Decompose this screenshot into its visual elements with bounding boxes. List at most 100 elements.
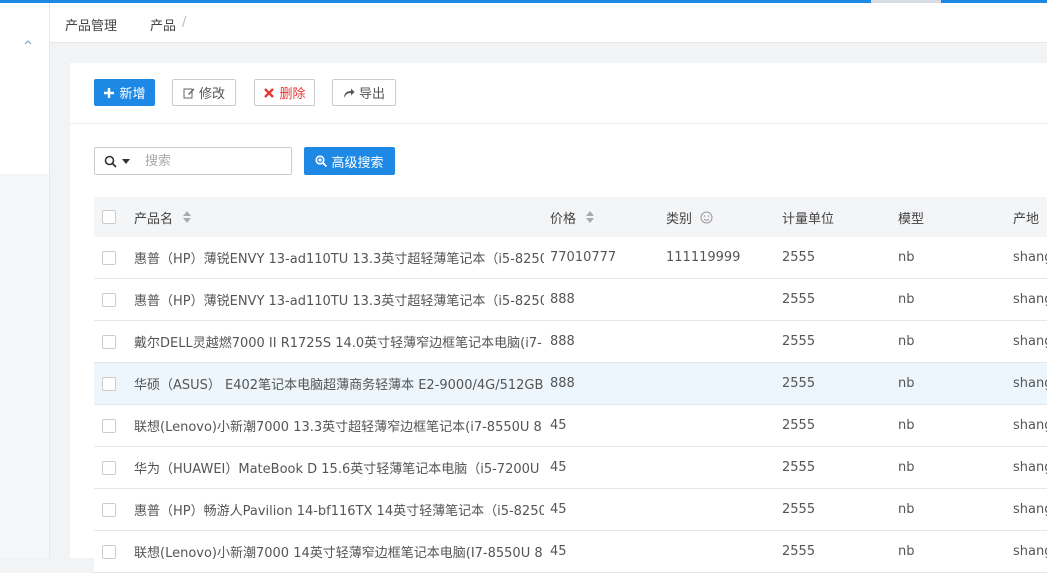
cell-model: nb	[898, 334, 915, 349]
chevron-up-icon[interactable]	[22, 37, 34, 49]
advanced-search-button[interactable]: 高级搜索	[304, 147, 395, 175]
column-header-name-label: 产品名	[134, 211, 174, 227]
row-checkbox[interactable]	[102, 419, 116, 433]
table-row[interactable]: 戴尔DELL灵越燃7000 II R1725S 14.0英寸轻薄窄边框笔记本电脑…	[94, 321, 1047, 363]
column-header-unit[interactable]: 计量单位	[782, 197, 892, 237]
product-table: 产品名 价格 类别 计量单位 模型 产地 惠普（HP）薄锐ENVY 13-ad1…	[94, 197, 1047, 573]
add-button[interactable]: 新增	[94, 79, 155, 106]
column-header-origin[interactable]: 产地	[1013, 197, 1047, 237]
cell-name: 联想(Lenovo)小新潮7000 13.3英寸超轻薄窄边框笔记本(i7-855…	[134, 420, 542, 435]
cell-name: 联想(Lenovo)小新潮7000 14英寸轻薄窄边框笔记本电脑(I7-8550…	[134, 546, 543, 561]
cell-origin: shanghai	[1013, 292, 1047, 307]
table-row[interactable]: 华硕（ASUS） E402笔记本电脑超薄商务轻薄本 E2-9000/4G/512…	[94, 363, 1047, 405]
cell-unit: 2555	[782, 334, 816, 349]
cell-unit: 2555	[782, 418, 816, 433]
cell-category	[666, 489, 776, 530]
select-all-checkbox[interactable]	[102, 210, 116, 224]
cell-price: 45	[550, 544, 567, 559]
toolbar: 新增 修改 删除 导出	[70, 63, 1047, 124]
table-row[interactable]: 惠普（HP）薄锐ENVY 13-ad110TU 13.3英寸超轻薄笔记本（i5-…	[94, 237, 1047, 279]
cell-origin: shanghai	[1013, 502, 1047, 517]
delete-button[interactable]: 删除	[254, 79, 315, 106]
cell-category	[666, 321, 776, 362]
row-checkbox[interactable]	[102, 461, 116, 475]
add-button-label: 新增	[119, 87, 146, 102]
breadcrumb-parent[interactable]: 产品管理	[65, 15, 117, 34]
breadcrumb: 产品管理 / 产品	[50, 3, 1047, 43]
cell-origin: shanghai	[1013, 544, 1047, 559]
sort-icon[interactable]	[183, 211, 192, 223]
export-button[interactable]: 导出	[332, 79, 396, 106]
row-checkbox[interactable]	[102, 503, 116, 517]
column-header-price[interactable]: 价格	[550, 197, 660, 237]
cell-unit: 2555	[782, 250, 816, 265]
cell-name: 华为（HUAWEI）MateBook D 15.6英寸轻薄笔记本电脑（i5-72…	[134, 462, 540, 477]
edit-icon	[183, 88, 195, 98]
table-header: 产品名 价格 类别 计量单位 模型 产地	[94, 197, 1047, 237]
edit-button-label: 修改	[198, 87, 225, 102]
delete-button-label: 删除	[279, 87, 306, 102]
row-checkbox[interactable]	[102, 293, 116, 307]
column-header-name[interactable]: 产品名	[134, 197, 544, 237]
table-row[interactable]: 华为（HUAWEI）MateBook D 15.6英寸轻薄笔记本电脑（i5-72…	[94, 447, 1047, 489]
cell-origin: shanghai	[1013, 250, 1047, 265]
cell-category: 111119999	[666, 250, 741, 265]
column-header-origin-label: 产地	[1013, 211, 1040, 227]
search-input[interactable]	[145, 152, 285, 170]
content-card: 新增 修改 删除 导出 高级搜索	[70, 63, 1047, 573]
cell-price: 888	[550, 376, 575, 391]
cell-unit: 2555	[782, 292, 816, 307]
advanced-search-label: 高级搜索	[331, 155, 384, 171]
cell-name: 惠普（HP）薄锐ENVY 13-ad110TU 13.3英寸超轻薄笔记本（i5-…	[134, 294, 544, 309]
column-header-model-label: 模型	[898, 211, 925, 227]
sidebar	[0, 3, 50, 558]
caret-down-icon[interactable]	[122, 159, 130, 164]
cell-unit: 2555	[782, 544, 816, 559]
search-icon[interactable]	[104, 155, 117, 168]
sidebar-menu-panel	[0, 3, 49, 174]
cell-category	[666, 447, 776, 488]
edit-button[interactable]: 修改	[172, 79, 236, 106]
cell-category	[666, 531, 776, 572]
cell-model: nb	[898, 376, 915, 391]
search-box	[94, 147, 292, 175]
cell-unit: 2555	[782, 376, 816, 391]
row-checkbox[interactable]	[102, 377, 116, 391]
cell-category	[666, 279, 776, 320]
column-header-price-label: 价格	[550, 211, 577, 227]
table-row[interactable]: 惠普（HP）畅游人Pavilion 14-bf116TX 14英寸轻薄笔记本（i…	[94, 489, 1047, 531]
cell-origin: shanghai	[1013, 334, 1047, 349]
cell-category	[666, 405, 776, 446]
sort-icon[interactable]	[586, 211, 595, 223]
row-checkbox[interactable]	[102, 545, 116, 559]
cell-origin: shanghai	[1013, 460, 1047, 475]
cell-model: nb	[898, 544, 915, 559]
cell-name: 戴尔DELL灵越燃7000 II R1725S 14.0英寸轻薄窄边框笔记本电脑…	[134, 336, 542, 351]
breadcrumb-separator: /	[182, 15, 187, 30]
column-header-category[interactable]: 类别	[666, 197, 776, 237]
smile-icon[interactable]	[700, 211, 713, 224]
cell-category	[666, 363, 776, 404]
table-row[interactable]: 联想(Lenovo)小新潮7000 13.3英寸超轻薄窄边框笔记本(i7-855…	[94, 405, 1047, 447]
column-header-model[interactable]: 模型	[898, 197, 1008, 237]
export-button-label: 导出	[358, 87, 385, 102]
cell-price: 45	[550, 460, 567, 475]
zoom-search-icon	[315, 155, 328, 167]
cell-name: 华硕（ASUS） E402笔记本电脑超薄商务轻薄本 E2-9000/4G/512…	[134, 378, 544, 393]
column-header-category-label: 类别	[666, 211, 693, 227]
cell-price: 45	[550, 502, 567, 517]
share-icon	[343, 88, 355, 98]
table-row[interactable]: 联想(Lenovo)小新潮7000 14英寸轻薄窄边框笔记本电脑(I7-8550…	[94, 531, 1047, 573]
plus-icon	[104, 87, 115, 98]
cell-model: nb	[898, 250, 915, 265]
row-checkbox[interactable]	[102, 335, 116, 349]
close-icon	[264, 87, 275, 98]
cell-price: 45	[550, 418, 567, 433]
cell-model: nb	[898, 502, 915, 517]
breadcrumb-current: 产品	[150, 19, 177, 34]
cell-price: 77010777	[550, 250, 617, 265]
cell-price: 888	[550, 334, 575, 349]
row-checkbox[interactable]	[102, 251, 116, 265]
table-row[interactable]: 惠普（HP）薄锐ENVY 13-ad110TU 13.3英寸超轻薄笔记本（i5-…	[94, 279, 1047, 321]
cell-origin: shanghai	[1013, 418, 1047, 433]
